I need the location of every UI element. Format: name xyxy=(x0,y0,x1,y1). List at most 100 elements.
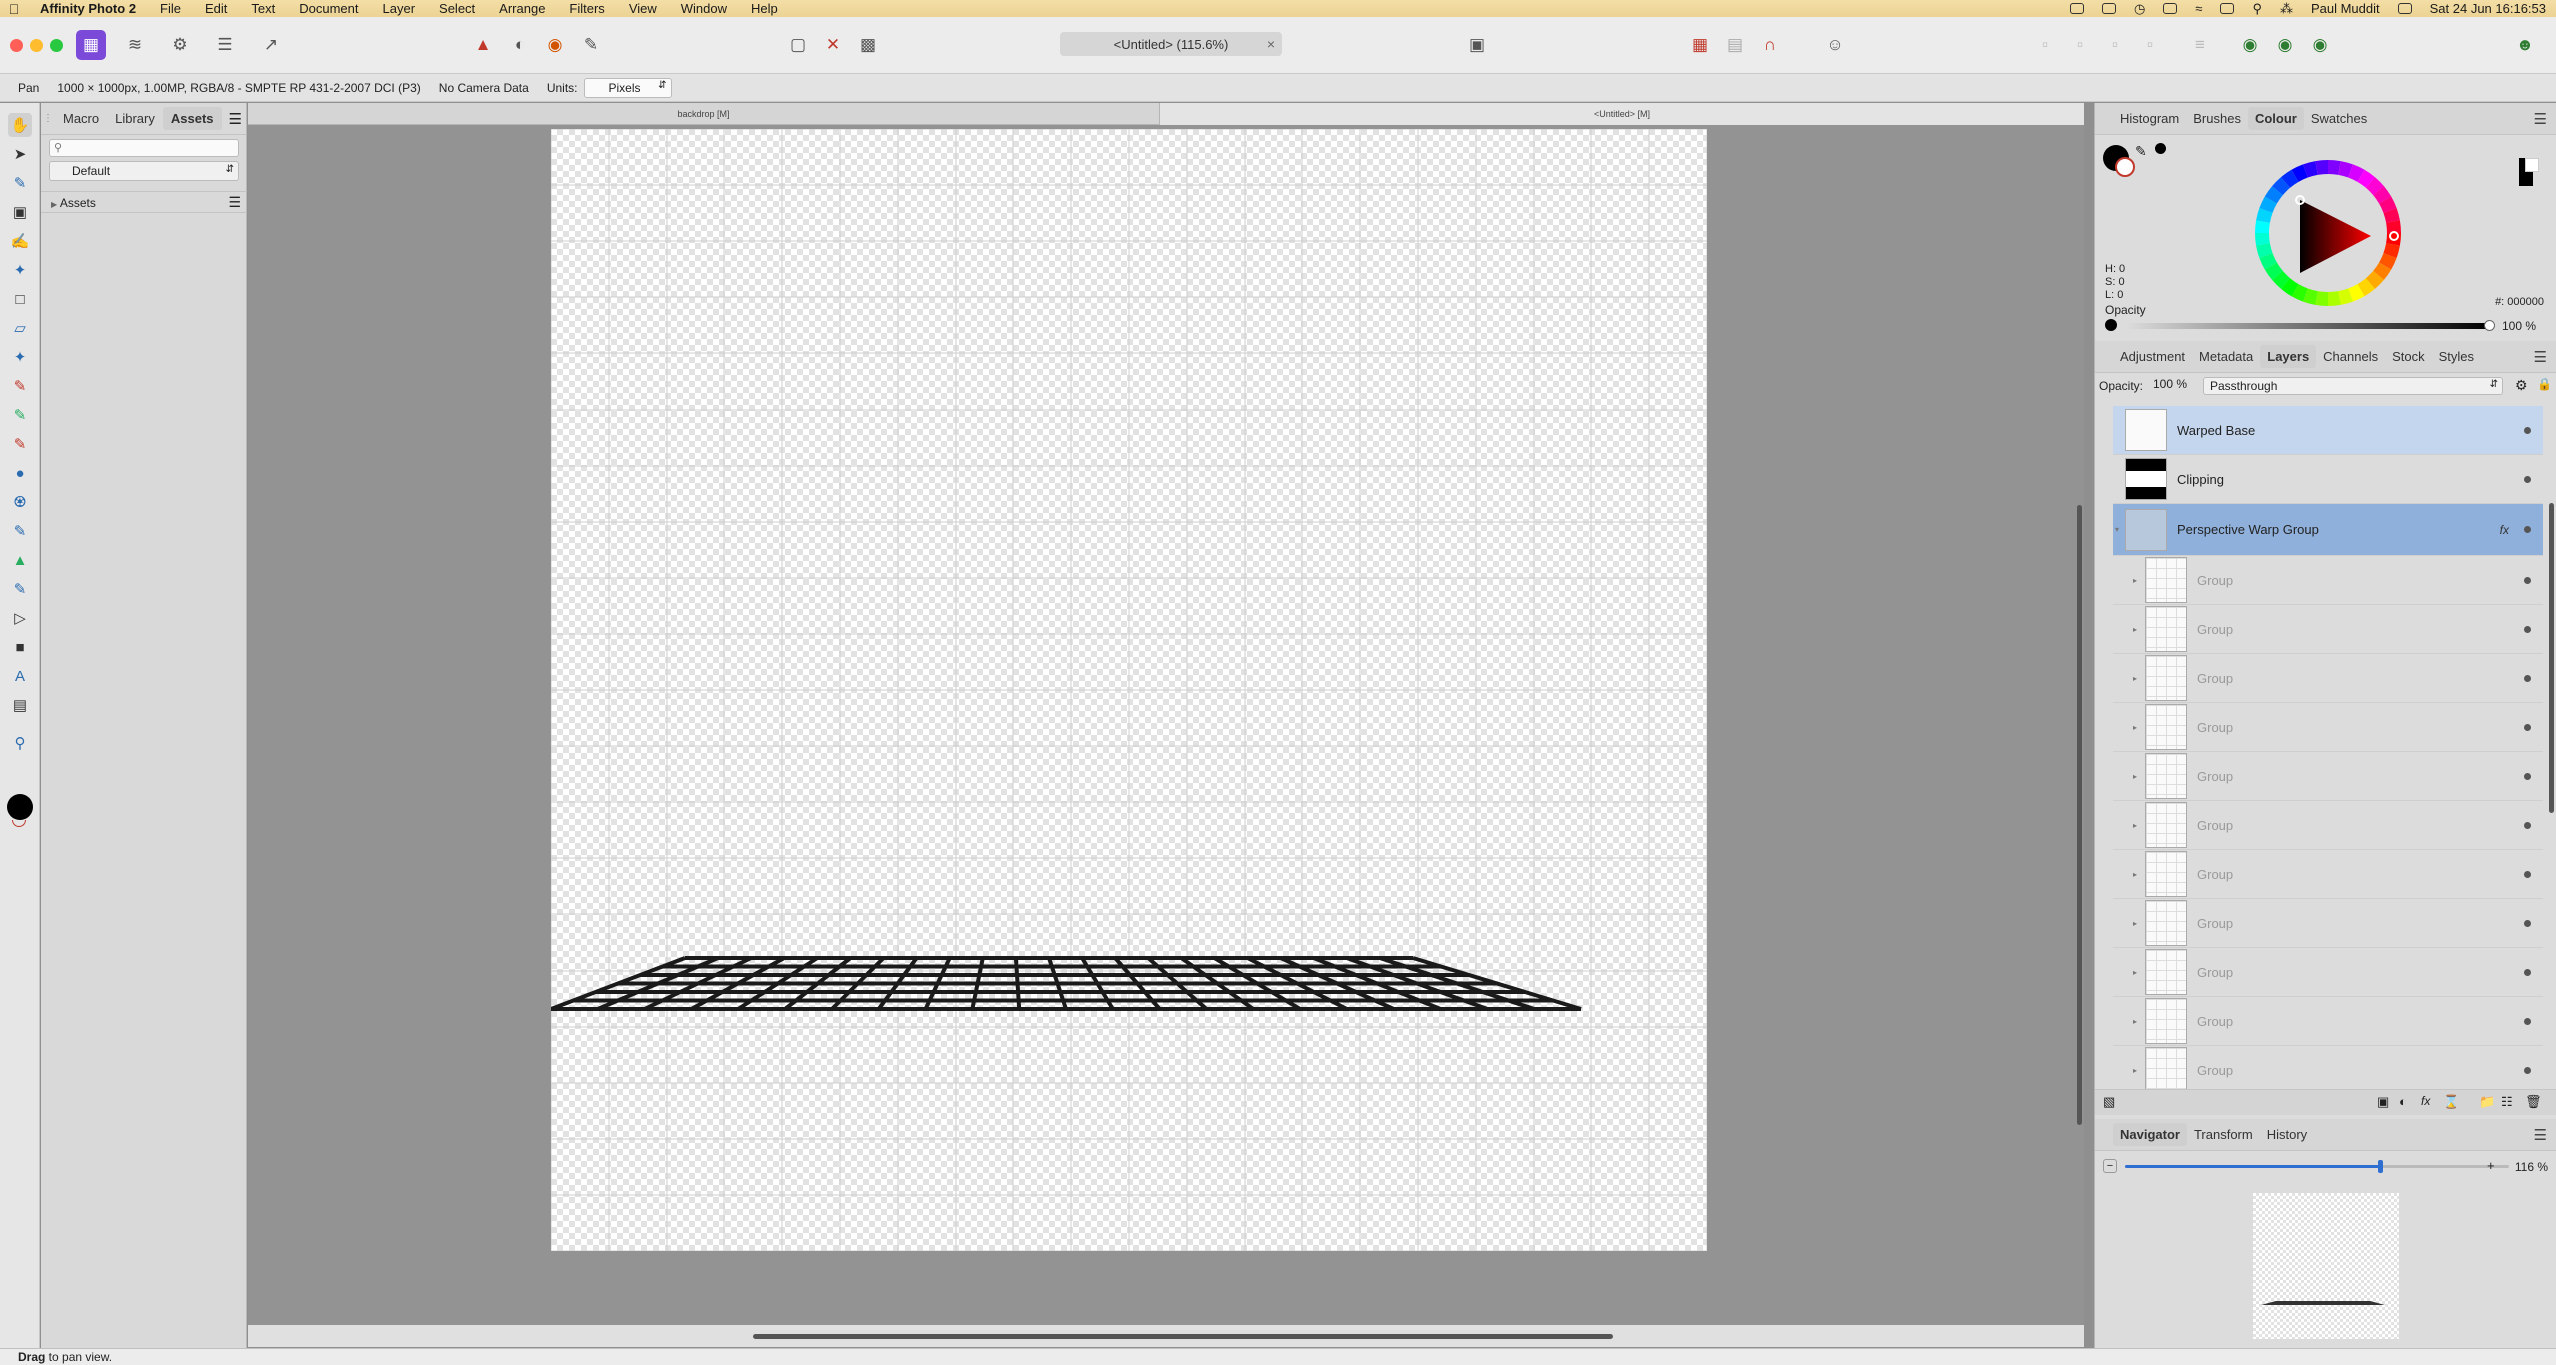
hue-ring-segment[interactable] xyxy=(2256,208,2273,223)
visibility-dot-icon[interactable] xyxy=(2524,821,2531,829)
hue-ring-segment[interactable] xyxy=(2303,161,2318,178)
hue-ring-segment[interactable] xyxy=(2272,177,2291,196)
hue-ring-segment[interactable] xyxy=(2291,164,2308,182)
chevron-down-icon[interactable]: ▾ xyxy=(2115,525,2119,534)
visibility-dot-icon[interactable] xyxy=(2524,723,2531,731)
tab-metadata[interactable]: Metadata xyxy=(2192,345,2260,368)
assets-search-input[interactable]: ⚲ xyxy=(49,139,239,157)
chevron-right-icon[interactable]: ▸ xyxy=(2133,772,2137,781)
doc-tab-untitled[interactable]: <Untitled> [M] xyxy=(1160,103,2084,125)
chevron-right-icon[interactable]: ▸ xyxy=(2133,821,2137,830)
menu-arrange[interactable]: Arrange xyxy=(487,1,557,16)
menu-window[interactable]: Window xyxy=(669,1,739,16)
layer-row[interactable]: ▸ Group xyxy=(2113,654,2543,703)
adjustment-layer-icon[interactable]: ◐ xyxy=(2399,1094,2407,1109)
pan-tool-icon[interactable]: ✋ xyxy=(8,113,32,137)
flood-select-tool-icon[interactable]: ✦ xyxy=(8,258,32,282)
align-icon[interactable]: ≡ xyxy=(2185,30,2215,60)
snapping-icon[interactable]: ▦ xyxy=(1685,30,1715,60)
layers-scrollbar[interactable] xyxy=(2549,503,2554,813)
layer-row[interactable]: ▸ Group xyxy=(2113,997,2543,1046)
hue-ring-segment[interactable] xyxy=(2338,288,2353,305)
menu-app-name[interactable]: Affinity Photo 2 xyxy=(28,1,148,16)
chevron-right-icon[interactable]: ▸ xyxy=(2133,674,2137,683)
group-layers-icon[interactable]: 📁 xyxy=(2479,1094,2495,1110)
hue-ring-segment[interactable] xyxy=(2348,284,2365,302)
hue-ring-segment[interactable] xyxy=(2379,253,2397,270)
boolean-subtract-icon[interactable]: ◉ xyxy=(2270,30,2300,60)
selection-brush-tool-icon[interactable]: ✍ xyxy=(8,229,32,253)
hue-ring-segment[interactable] xyxy=(2357,169,2375,188)
pen-tool-icon[interactable]: ▷ xyxy=(8,606,32,630)
hue-ring-segment[interactable] xyxy=(2259,253,2277,270)
zoom-slider-handle[interactable] xyxy=(2378,1160,2383,1173)
account-icon[interactable]: ☻ xyxy=(2510,30,2540,60)
hue-ring-segment[interactable] xyxy=(2255,220,2270,234)
search-icon[interactable]: ⚲ xyxy=(2252,1,2262,17)
fx-icon[interactable]: fx xyxy=(2500,523,2509,537)
chevron-right-icon[interactable]: ▸ xyxy=(2133,1066,2137,1075)
menu-file[interactable]: File xyxy=(148,1,193,16)
erase-brush-tool-icon[interactable]: ✎ xyxy=(8,432,32,456)
scroll-thumb[interactable] xyxy=(753,1334,1613,1339)
red-eye-tool-icon[interactable]: ✎ xyxy=(8,577,32,601)
zoom-in-button[interactable]: + xyxy=(2487,1158,2495,1173)
layer-row[interactable]: ▸ Group xyxy=(2113,605,2543,654)
boolean-add-icon[interactable]: ◉ xyxy=(2235,30,2265,60)
visibility-dot-icon[interactable] xyxy=(2524,1066,2531,1074)
layer-row[interactable]: ▾ Perspective Warp Group fx xyxy=(2113,504,2543,556)
tab-layers[interactable]: Layers xyxy=(2260,345,2317,368)
panel-menu-icon[interactable]: ☰ xyxy=(2534,1126,2547,1144)
magnet-icon[interactable]: ∩ xyxy=(1755,30,1785,60)
layer-row[interactable]: ▸ Group xyxy=(2113,801,2543,850)
invert-selection-icon[interactable]: ▩ xyxy=(853,30,883,60)
visibility-dot-icon[interactable] xyxy=(2524,1017,2531,1025)
control-center-icon[interactable] xyxy=(2397,3,2412,14)
tab-adjustment[interactable]: Adjustment xyxy=(2113,345,2192,368)
visibility-dot-icon[interactable] xyxy=(2524,475,2531,483)
menu-help[interactable]: Help xyxy=(739,1,790,16)
user-name[interactable]: Paul Muddit xyxy=(2311,1,2380,16)
visibility-dot-icon[interactable] xyxy=(2524,968,2531,976)
add-layer-icon[interactable]: ☷ xyxy=(2501,1094,2513,1110)
auto-white-balance-icon[interactable]: ✎ xyxy=(576,30,606,60)
clock-icon[interactable]: ◷ xyxy=(2134,1,2145,17)
visibility-dot-icon[interactable] xyxy=(2524,870,2531,878)
hue-ring-segment[interactable] xyxy=(2272,270,2291,289)
tab-channels[interactable]: Channels xyxy=(2316,345,2385,368)
layer-opacity-value[interactable]: 100 % xyxy=(2153,377,2189,395)
hue-ring-segment[interactable] xyxy=(2338,161,2353,178)
dodge-tool-icon[interactable]: ● xyxy=(8,461,32,485)
clone-tool-icon[interactable]: ♼ xyxy=(8,490,32,514)
secondary-color-swatch[interactable] xyxy=(12,820,26,827)
frame-text-tool-icon[interactable]: ▤ xyxy=(8,693,32,717)
visibility-dot-icon[interactable] xyxy=(2524,772,2531,780)
layer-row[interactable]: ▸ Group xyxy=(2113,948,2543,997)
hue-ring-segment[interactable] xyxy=(2327,291,2341,306)
vertical-scrollbar[interactable] xyxy=(2077,505,2082,1125)
hue-ring-segment[interactable] xyxy=(2315,160,2329,175)
hue-ring-segment[interactable] xyxy=(2379,196,2397,213)
primary-color-swatch[interactable] xyxy=(7,794,33,820)
tab-swatches[interactable]: Swatches xyxy=(2304,107,2374,130)
liquify-persona-icon[interactable]: ≋ xyxy=(120,30,150,60)
hue-ring-segment[interactable] xyxy=(2383,243,2400,258)
layer-row[interactable]: ▸ Group xyxy=(2113,703,2543,752)
hue-ring-segment[interactable] xyxy=(2255,232,2270,246)
tab-navigator[interactable]: Navigator xyxy=(2113,1123,2187,1146)
tone-map-persona-icon[interactable]: ☰ xyxy=(210,30,240,60)
color-compare-swatch[interactable] xyxy=(2519,158,2539,188)
menu-edit[interactable]: Edit xyxy=(193,1,239,16)
minimize-window-button[interactable] xyxy=(30,39,43,52)
gear-icon[interactable]: ⚙ xyxy=(2515,377,2528,394)
layer-row[interactable]: ▸ Group xyxy=(2113,752,2543,801)
arrange-icon[interactable]: ▫ xyxy=(2030,30,2060,60)
layer-row[interactable]: ▸ Group xyxy=(2113,899,2543,948)
layer-row[interactable]: Warped Base xyxy=(2113,406,2543,455)
layer-row[interactable]: ▸ Group xyxy=(2113,556,2543,605)
hex-value[interactable]: #: 000000 xyxy=(2495,296,2544,308)
hue-ring-segment[interactable] xyxy=(2264,262,2283,280)
color-picker-tool-icon[interactable]: ✎ xyxy=(8,171,32,195)
zoom-slider[interactable] xyxy=(2125,1160,2509,1173)
menu-view[interactable]: View xyxy=(617,1,669,16)
